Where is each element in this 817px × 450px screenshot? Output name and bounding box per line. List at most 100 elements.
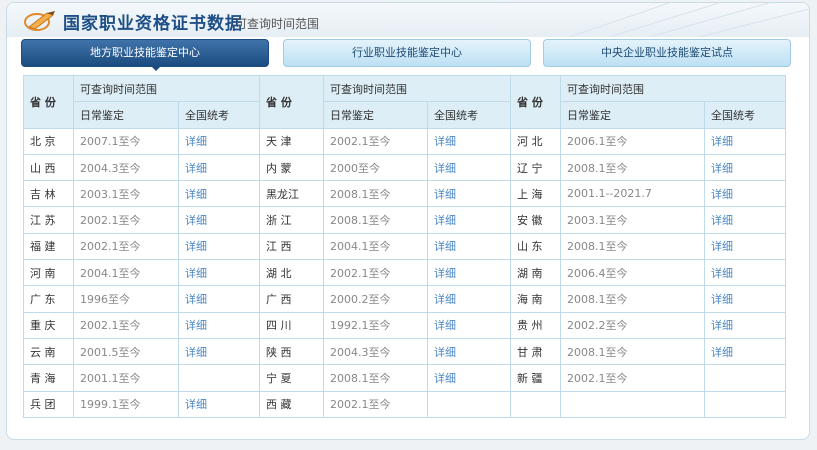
daily-range-cell: 2000.2至今 <box>323 285 428 313</box>
details-link[interactable]: 详细 <box>704 259 786 287</box>
daily-range-cell: 2004.1至今 <box>73 259 179 287</box>
national-exam-header: 全国统考 <box>427 101 511 129</box>
details-link[interactable]: 详细 <box>704 285 786 313</box>
province-cell: 安 徽 <box>510 206 561 234</box>
province-cell: 重 庆 <box>23 311 74 339</box>
details-link[interactable]: 详细 <box>178 390 260 418</box>
table-row: 云 南 2001.5至今 详细陕 西 2004.3至今 详细甘 肃 2008.1至今 详细 <box>23 337 786 366</box>
details-link[interactable]: 详细 <box>427 311 511 339</box>
query-range-header: 可查询时间范围 <box>560 74 786 103</box>
details-link[interactable]: 详细 <box>178 180 260 208</box>
details-link[interactable]: 详细 <box>178 285 260 313</box>
province-cell: 天 津 <box>259 127 324 155</box>
details-link[interactable]: 详细 <box>178 232 260 261</box>
details-link[interactable]: 详细 <box>704 337 786 366</box>
province-cell: 广 西 <box>259 285 324 313</box>
details-link[interactable]: 详细 <box>704 232 786 261</box>
province-cell: 新 疆 <box>510 364 561 392</box>
details-link[interactable]: 详细 <box>427 232 511 261</box>
details-link[interactable]: 详细 <box>427 127 511 155</box>
tab-local-center[interactable]: 地方职业技能鉴定中心 <box>21 39 269 67</box>
daily-range-cell: 2008.1至今 <box>560 285 705 313</box>
daily-range-cell: 2002.1至今 <box>323 259 428 287</box>
query-range-table: 省 份可查询时间范围省 份可查询时间范围省 份可查询时间范围 日常鉴定 全国统考 日常… <box>23 74 786 418</box>
province-cell: 甘 肃 <box>510 337 561 366</box>
details-link[interactable]: 详细 <box>427 153 511 182</box>
page-subtitle: 可查询时间范围 <box>235 17 320 31</box>
query-range-header: 可查询时间范围 <box>73 74 260 103</box>
details-link[interactable]: 详细 <box>704 153 786 182</box>
tab-industry-center[interactable]: 行业职业技能鉴定中心 <box>283 39 531 67</box>
province-cell: 福 建 <box>23 232 74 261</box>
details-link[interactable]: 详细 <box>178 127 260 155</box>
province-cell: 江 苏 <box>23 206 74 234</box>
daily-range-cell: 2006.1至今 <box>560 127 705 155</box>
details-link[interactable]: 详细 <box>427 364 511 392</box>
daily-range-cell: 1996至今 <box>73 285 179 313</box>
national-exam-cell <box>178 364 260 392</box>
province-cell: 湖 南 <box>510 259 561 287</box>
daily-range-cell: 2003.1至今 <box>73 180 179 208</box>
header-decoration <box>568 3 809 37</box>
table-row: 北 京 2007.1至今 详细天 津 2002.1至今 详细河 北 2006.1至今 详细 <box>23 127 786 155</box>
province-cell: 云 南 <box>23 337 74 366</box>
details-link[interactable]: 详细 <box>178 311 260 339</box>
table-row: 青 海 2001.1至今 宁 夏 2008.1至今 详细新 疆 2002.1至今 <box>23 364 786 392</box>
province-cell: 浙 江 <box>259 206 324 234</box>
national-exam-header: 全国统考 <box>704 101 786 129</box>
table-row: 江 苏 2002.1至今 详细浙 江 2008.1至今 详细安 徽 2003.1至今 详细 <box>23 206 786 234</box>
province-cell: 湖 北 <box>259 259 324 287</box>
province-cell: 海 南 <box>510 285 561 313</box>
daily-range-cell: 2002.1至今 <box>323 390 428 418</box>
table-row: 重 庆 2002.1至今 详细四 川 1992.1至今 详细贵 州 2002.2至今 详细 <box>23 311 786 339</box>
table-row: 兵 团 1999.1至今 详细西 藏 2002.1至今 <box>23 390 786 418</box>
province-cell: 江 西 <box>259 232 324 261</box>
province-cell: 山 东 <box>510 232 561 261</box>
daily-range-cell: 2004.1至今 <box>323 232 428 261</box>
daily-appraisal-header: 日常鉴定 <box>73 101 179 129</box>
national-exam-cell <box>427 390 511 418</box>
details-link[interactable]: 详细 <box>704 127 786 155</box>
daily-range-cell: 2008.1至今 <box>560 337 705 366</box>
daily-appraisal-header: 日常鉴定 <box>560 101 705 129</box>
daily-range-cell: 2004.3至今 <box>73 153 179 182</box>
province-cell: 兵 团 <box>23 390 74 418</box>
details-link[interactable]: 详细 <box>427 206 511 234</box>
table-row: 广 东 1996至今 详细广 西 2000.2至今 详细海 南 2008.1至今 详细 <box>23 285 786 313</box>
details-link[interactable]: 详细 <box>704 206 786 234</box>
province-cell: 广 东 <box>23 285 74 313</box>
daily-range-cell: 2003.1至今 <box>560 206 705 234</box>
details-link[interactable]: 详细 <box>178 206 260 234</box>
tab-bar: 地方职业技能鉴定中心 行业职业技能鉴定中心 中央企业职业技能鉴定试点 <box>21 39 801 71</box>
tab-central-enterprise[interactable]: 中央企业职业技能鉴定试点 <box>543 39 791 67</box>
daily-range-cell: 2008.1至今 <box>560 232 705 261</box>
daily-range-cell: 2008.1至今 <box>323 180 428 208</box>
details-link[interactable]: 详细 <box>178 337 260 366</box>
details-link[interactable]: 详细 <box>178 259 260 287</box>
province-cell: 黑龙江 <box>259 180 324 208</box>
daily-range-cell <box>560 390 705 418</box>
province-cell: 内 蒙 <box>259 153 324 182</box>
province-cell <box>510 390 561 418</box>
main-panel: 国家职业资格证书数据 可查询时间范围 地方职业技能鉴定中心 行业职业技能鉴定中心… <box>6 2 810 440</box>
province-cell: 河 北 <box>510 127 561 155</box>
details-link[interactable]: 详细 <box>704 180 786 208</box>
province-cell: 青 海 <box>23 364 74 392</box>
details-link[interactable]: 详细 <box>427 259 511 287</box>
details-link[interactable]: 详细 <box>178 153 260 182</box>
national-exam-header: 全国统考 <box>178 101 260 129</box>
province-header: 省 份 <box>23 75 74 129</box>
details-link[interactable]: 详细 <box>427 180 511 208</box>
details-link[interactable]: 详细 <box>427 285 511 313</box>
daily-range-cell: 2000至今 <box>323 153 428 182</box>
daily-range-cell: 2001.1--2021.7 <box>560 180 705 208</box>
details-link[interactable]: 详细 <box>704 311 786 339</box>
daily-range-cell: 2002.1至今 <box>560 364 705 392</box>
province-cell: 陕 西 <box>259 337 324 366</box>
daily-range-cell: 2007.1至今 <box>73 127 179 155</box>
province-header: 省 份 <box>259 75 324 129</box>
details-link[interactable]: 详细 <box>427 337 511 366</box>
national-exam-cell <box>704 390 786 418</box>
table-row: 河 南 2004.1至今 详细湖 北 2002.1至今 详细湖 南 2006.4至今 详细 <box>23 259 786 287</box>
province-cell: 北 京 <box>23 127 74 155</box>
